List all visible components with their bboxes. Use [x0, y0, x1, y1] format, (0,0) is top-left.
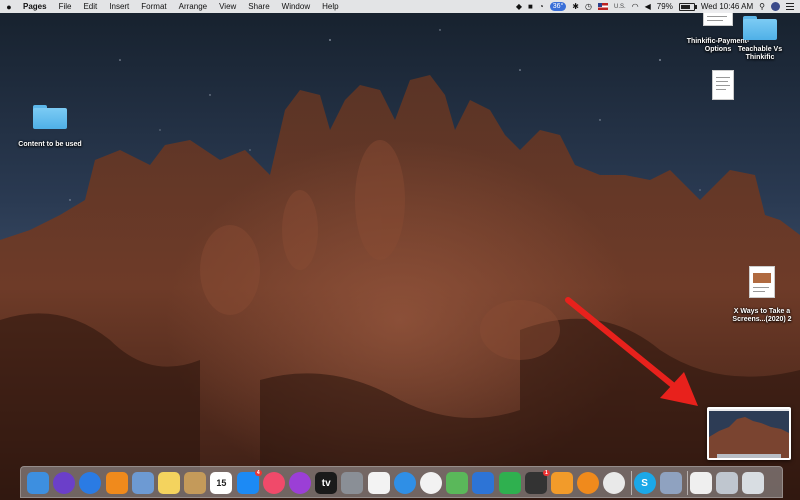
time-machine-icon[interactable]: ◷: [585, 0, 592, 13]
trash-icon[interactable]: [742, 472, 765, 494]
notification-center-icon[interactable]: [786, 3, 794, 10]
desktop-item-label: X Ways to Take a Screens...(2020) 2: [732, 308, 792, 323]
safari-icon[interactable]: [79, 472, 102, 494]
user-avatar-icon[interactable]: [771, 2, 780, 11]
menu-view[interactable]: View: [213, 2, 242, 11]
menu-bar: ● Pages File Edit Insert Format Arrange …: [0, 0, 800, 13]
spotlight-icon[interactable]: ⚲: [759, 0, 765, 13]
desktop-item-label: Content to be used: [18, 141, 82, 148]
desktop-file-document[interactable]: [709, 70, 737, 100]
apple-tv-icon[interactable]: tv: [315, 472, 338, 494]
weather-badge[interactable]: 36°: [549, 2, 567, 11]
chrome-icon[interactable]: [603, 472, 626, 494]
contacts-icon[interactable]: [184, 472, 207, 494]
music-icon[interactable]: [262, 472, 285, 494]
messages-icon[interactable]: [393, 472, 416, 494]
screenshot-preview-image: [709, 409, 789, 458]
menu-app-name[interactable]: Pages: [18, 2, 53, 11]
activity-monitor-icon[interactable]: 1: [524, 470, 550, 494]
books-icon[interactable]: [105, 472, 128, 494]
us-flag-icon[interactable]: [597, 3, 608, 10]
calendar-icon[interactable]: 15: [210, 472, 233, 494]
skype-icon[interactable]: S: [633, 472, 656, 494]
dock-icon-label: tv: [321, 477, 331, 489]
screenshot-preview-thumbnail[interactable]: [707, 407, 791, 460]
dock-icon-label: S: [641, 477, 648, 489]
battery-icon[interactable]: [678, 2, 697, 11]
bluetooth-icon[interactable]: ✱: [572, 0, 579, 13]
menu-edit[interactable]: Edit: [77, 2, 103, 11]
shield-icon[interactable]: ■: [528, 0, 533, 13]
photos-icon[interactable]: [420, 472, 442, 494]
preview-icon[interactable]: [131, 472, 154, 494]
dock-badge: 1: [543, 470, 550, 476]
dock-separator: [687, 471, 688, 495]
app-store-icon[interactable]: 4: [236, 470, 262, 494]
apple-menu-icon[interactable]: ●: [0, 2, 18, 12]
menu-insert[interactable]: Insert: [103, 2, 135, 11]
clock-text[interactable]: Wed 10:46 AM: [701, 0, 753, 13]
volume-icon[interactable]: ◀: [645, 0, 651, 13]
vlc-icon[interactable]: [577, 472, 600, 494]
menu-help[interactable]: Help: [316, 2, 344, 11]
podcasts-icon[interactable]: [289, 472, 311, 494]
document-thumbnail-icon: [749, 266, 775, 298]
dock-badge: 4: [254, 470, 262, 476]
system-preferences-icon[interactable]: [341, 472, 364, 494]
pages-icon[interactable]: [551, 472, 573, 494]
menu-format[interactable]: Format: [135, 2, 172, 11]
folder-icon: [33, 105, 67, 129]
siri-icon[interactable]: [53, 472, 76, 494]
menu-share[interactable]: Share: [242, 2, 275, 11]
dropbox-icon[interactable]: ◆: [516, 0, 522, 13]
keynote-icon[interactable]: [472, 472, 495, 494]
stopwatch-icon[interactable]: ◔: [539, 0, 544, 13]
screenshot-doc-icon[interactable]: [690, 472, 712, 494]
input-source-label[interactable]: U.S.: [614, 4, 626, 10]
folder-icon: [743, 16, 777, 40]
document-thumbnail-icon: [712, 70, 734, 100]
desktop-file-x-ways-screenshot[interactable]: X Ways to Take a Screens...(2020) 2: [724, 266, 800, 324]
downloads-icon[interactable]: [716, 472, 739, 494]
menu-window[interactable]: Window: [276, 2, 316, 11]
battery-percent[interactable]: 79%: [657, 0, 673, 13]
dock-icon-label: 15: [216, 478, 227, 488]
finder-icon[interactable]: [27, 472, 49, 494]
menu-file[interactable]: File: [53, 2, 78, 11]
maps-icon[interactable]: [446, 472, 469, 494]
desktop-item-label: Teachable Vs Thinkific: [737, 46, 783, 61]
dock-separator: [630, 471, 632, 495]
desktop-folder-content-to-be-used[interactable]: Content to be used: [10, 105, 90, 149]
menu-arrange[interactable]: Arrange: [173, 2, 213, 11]
dock: 15 4 tv 1 S: [20, 466, 783, 498]
desktop-wallpaper: [0, 0, 800, 500]
desktop-folder-teachable-vs-thinkific[interactable]: Teachable Vs Thinkific: [732, 16, 788, 62]
wifi-icon[interactable]: ◠: [632, 0, 639, 13]
image-capture-icon[interactable]: [659, 472, 682, 494]
notes-icon[interactable]: [158, 472, 180, 494]
reminders-icon[interactable]: [367, 472, 390, 494]
numbers-icon[interactable]: [498, 472, 521, 494]
